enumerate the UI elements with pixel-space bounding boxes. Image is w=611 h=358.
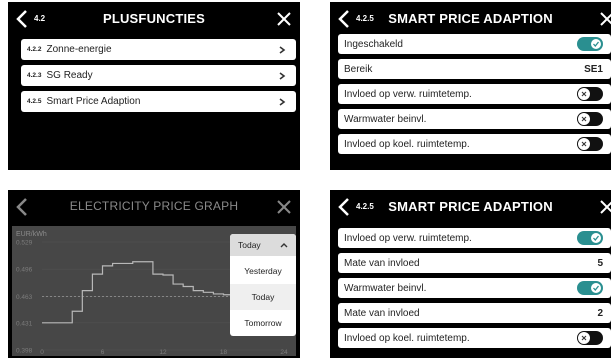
setting-value: SE1 [584, 63, 603, 75]
toggle-switch-off[interactable] [577, 331, 603, 345]
page-title: ELECTRICITY PRICE GRAPH [69, 199, 239, 213]
dropdown-header[interactable]: Today [230, 234, 296, 256]
setting-bereik[interactable]: Bereik SE1 [338, 59, 611, 79]
close-icon[interactable] [597, 9, 611, 29]
setting-label: Ingeschakeld [344, 38, 403, 50]
setting-label: Mate van invloed [344, 307, 420, 319]
setting-label: Invloed op koel. ruimtetemp. [344, 332, 470, 344]
toggle-switch-off[interactable] [577, 87, 603, 101]
panel-electricity-price-graph: ELECTRICITY PRICE GRAPH EUR/kWh 0.529 0.4… [8, 190, 300, 358]
x-tick-label: 24 [280, 349, 288, 356]
close-icon[interactable] [597, 197, 611, 217]
item-number: 4.2.5 [27, 98, 42, 105]
x-tick-label: 12 [159, 349, 167, 356]
page-title: PLUSFUNCTIES [102, 11, 206, 26]
check-icon [593, 41, 600, 48]
setting-invloed-koel[interactable]: Invloed op koel. ruimtetemp. [338, 328, 611, 348]
x-icon [581, 91, 587, 97]
setting-invloed-verw[interactable]: Invloed op verw. ruimtetemp. [338, 228, 611, 248]
setting-value: 5 [597, 257, 603, 269]
setting-label: Invloed op verw. ruimtetemp. [344, 232, 472, 244]
page-title: SMART PRICE ADAPTION [388, 11, 553, 26]
check-icon [593, 235, 600, 242]
toggle-switch-off[interactable] [577, 112, 603, 126]
dropdown-option-today[interactable]: Today [230, 284, 296, 310]
setting-value: 2 [597, 307, 603, 319]
item-number: 4.2.3 [27, 72, 42, 79]
header: 4.2.5 SMART PRICE ADAPTION [330, 190, 611, 224]
setting-mate-van-invloed-1[interactable]: Mate van invloed 5 [338, 253, 611, 273]
check-icon [593, 285, 600, 292]
chevron-up-icon [280, 243, 288, 248]
close-icon[interactable] [274, 9, 294, 29]
toggle-switch-off[interactable] [577, 137, 603, 151]
header: ELECTRICITY PRICE GRAPH [8, 190, 300, 224]
dropdown-option-yesterday[interactable]: Yesterday [230, 258, 296, 284]
toggle-switch-on[interactable] [577, 281, 603, 295]
setting-label: Mate van invloed [344, 257, 420, 269]
toggle-switch-on[interactable] [577, 37, 603, 51]
menu-item-zonne-energie[interactable]: 4.2.2 Zonne-energie [21, 39, 296, 60]
setting-label: Warmwater beinvl. [344, 113, 427, 125]
toggle-switch-on[interactable] [577, 231, 603, 245]
setting-warmwater[interactable]: Warmwater beinvl. [338, 109, 611, 129]
panel-plusfuncties: 4.2 PLUSFUNCTIES 4.2.2 Zonne-energie 4.2… [8, 2, 300, 170]
item-label: Zonne-energie [46, 44, 112, 55]
close-icon[interactable] [274, 197, 294, 217]
setting-invloed-koel[interactable]: Invloed op koel. ruimtetemp. [338, 134, 611, 154]
x-tick-label: 6 [101, 349, 105, 356]
setting-ingeschakeld[interactable]: Ingeschakeld [338, 34, 611, 54]
setting-label: Invloed op verw. ruimtetemp. [344, 88, 472, 100]
day-dropdown[interactable]: Today Yesterday Today Tomorrow [230, 234, 296, 336]
panel-smart-price-adaption-2: 4.2.5 SMART PRICE ADAPTION Invloed op ve… [330, 190, 611, 358]
y-tick-label: 0.398 [16, 348, 33, 355]
item-label: SG Ready [46, 70, 93, 81]
setting-invloed-verw[interactable]: Invloed op verw. ruimtetemp. [338, 84, 611, 104]
setting-label: Invloed op koel. ruimtetemp. [344, 138, 470, 150]
item-label: Smart Price Adaption [46, 96, 141, 107]
y-tick-label: 0.431 [16, 320, 33, 327]
y-tick-label: 0.463 [16, 294, 33, 301]
y-tick-label: 0.529 [16, 240, 33, 247]
x-icon [581, 335, 587, 341]
header: 4.2.5 SMART PRICE ADAPTION [330, 2, 611, 36]
item-number: 4.2.2 [27, 46, 42, 53]
page-title: SMART PRICE ADAPTION [388, 199, 553, 214]
setting-mate-van-invloed-2[interactable]: Mate van invloed 2 [338, 303, 611, 323]
chevron-right-icon [279, 97, 286, 106]
panel-smart-price-adaption-1: 4.2.5 SMART PRICE ADAPTION Ingeschakeld … [330, 2, 611, 170]
setting-warmwater[interactable]: Warmwater beinvl. [338, 278, 611, 298]
y-tick-label: 0.496 [16, 267, 33, 274]
menu-item-smart-price-adaption[interactable]: 4.2.5 Smart Price Adaption [21, 91, 296, 112]
setting-label: Bereik [344, 63, 373, 75]
chevron-right-icon [279, 71, 286, 80]
dropdown-option-tomorrow[interactable]: Tomorrow [230, 310, 296, 336]
x-tick-label: 18 [220, 349, 228, 356]
menu-item-sg-ready[interactable]: 4.2.3 SG Ready [21, 65, 296, 86]
x-tick-label: 0 [40, 349, 44, 356]
setting-label: Warmwater beinvl. [344, 282, 427, 294]
x-icon [581, 116, 587, 122]
dropdown-selected: Today [238, 240, 261, 250]
chevron-right-icon [279, 45, 286, 54]
x-icon [581, 141, 587, 147]
header: 4.2 PLUSFUNCTIES [8, 2, 300, 36]
